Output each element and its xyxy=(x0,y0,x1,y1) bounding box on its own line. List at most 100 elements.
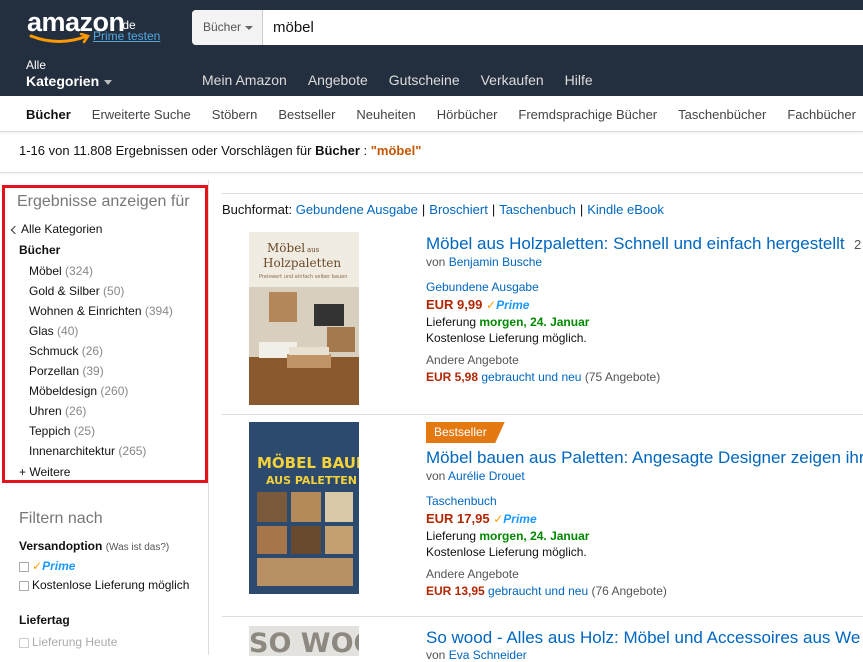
format-link-taschenbuch[interactable]: Taschenbuch xyxy=(499,202,576,217)
prime-badge: ✓Prime xyxy=(493,512,536,526)
used-price[interactable]: EUR 5,98 xyxy=(426,370,478,384)
shipping-help-link[interactable]: (Was ist das?) xyxy=(106,542,170,553)
chevron-left-icon xyxy=(10,225,20,235)
used-new-link[interactable]: gebraucht und neu xyxy=(481,370,581,384)
category-item[interactable]: Schmuck (26) xyxy=(29,344,173,364)
free-shipping-checkbox[interactable] xyxy=(19,580,29,591)
author-prefix: von xyxy=(426,469,446,483)
format-link[interactable]: Taschenbuch xyxy=(426,494,497,508)
prime-trial-link[interactable]: Prime testen xyxy=(93,29,160,43)
author-link[interactable]: Eva Schneider xyxy=(449,648,527,662)
free-shipping-note: Kostenlose Lieferung möglich. xyxy=(426,545,587,559)
left-sidebar: Ergebnisse anzeigen für Alle Kategorien … xyxy=(0,180,209,655)
subnav-item-taschenbuecher[interactable]: Taschenbücher xyxy=(678,107,766,122)
book-cover[interactable]: SO WOOD xyxy=(249,626,359,656)
category-item[interactable]: Wohnen & Einrichten (394) xyxy=(29,304,173,324)
subnav-item-neuheiten[interactable]: Neuheiten xyxy=(356,107,415,122)
subnav-item-hoerbuecher[interactable]: Hörbücher xyxy=(437,107,498,122)
all-categories-link[interactable]: Alle Kategorien xyxy=(10,222,102,236)
category-label: Teppich xyxy=(29,424,71,438)
used-new-link[interactable]: gebraucht und neu xyxy=(488,584,588,598)
results-main: Buchformat: Gebundene Ausgabe | Broschiert… xyxy=(222,193,863,662)
format-link[interactable]: Gebundene Ausgabe xyxy=(426,280,539,294)
nav-link-hilfe[interactable]: Hilfe xyxy=(565,72,593,88)
nav-header: amazon .de Prime testen Bücher Alle Kate… xyxy=(0,0,863,96)
delivery-day-heading: Liefertag xyxy=(19,613,70,627)
result-item: SO WOOD So wood - Alles aus Holz: Möbel … xyxy=(222,624,863,662)
subnav-item-erweiterte-suche[interactable]: Erweiterte Suche xyxy=(92,107,191,122)
cover-title-line2: aus xyxy=(307,246,320,254)
result-divider xyxy=(222,414,863,415)
subnav-item-fachbuecher[interactable]: Fachbücher xyxy=(787,107,856,122)
offer-count: (75 Angebote) xyxy=(584,370,661,384)
result-title[interactable]: Möbel aus Holzpaletten: Schnell und einf… xyxy=(426,234,845,254)
prime-filter[interactable]: ✓Prime xyxy=(19,559,75,573)
book-cover[interactable]: Möbel aus Holzpaletten Preiswert und ein… xyxy=(249,232,359,405)
author-link[interactable]: Aurélie Drouet xyxy=(448,469,525,483)
delivery-today-checkbox[interactable] xyxy=(19,637,29,648)
category-count: (26) xyxy=(81,344,104,358)
format-bar: Buchformat: Gebundene Ausgabe | Broschiert… xyxy=(222,202,664,217)
sub-navigation: Bücher Erweiterte Suche Stöbern Bestsell… xyxy=(0,96,863,132)
nav-link-gutscheine[interactable]: Gutscheine xyxy=(389,72,460,88)
category-item[interactable]: Teppich (25) xyxy=(29,424,173,444)
price[interactable]: EUR 9,99 xyxy=(426,297,482,312)
bestseller-badge[interactable]: Bestseller xyxy=(426,422,505,443)
delivery-today-filter[interactable]: Lieferung Heute xyxy=(19,635,117,649)
free-shipping-filter[interactable]: Kostenlose Lieferung möglich xyxy=(19,578,189,592)
smile-arrow-icon xyxy=(29,33,90,44)
other-offers-label: Andere Angebote xyxy=(426,353,519,367)
chevron-down-icon xyxy=(245,25,254,30)
more-categories-link[interactable]: + Weitere xyxy=(19,465,70,479)
shipping-heading: Versandoption (Was ist das?) xyxy=(19,539,169,553)
prime-check-icon: ✓ xyxy=(493,512,504,526)
category-item[interactable]: Möbel (324) xyxy=(29,264,173,284)
results-summary: 1-16 von 11.808 Ergebnissen oder Vorschl… xyxy=(19,143,421,158)
cover-title-line1: SO WOOD xyxy=(249,628,359,656)
result-title[interactable]: So wood - Alles aus Holz: Möbel und Acce… xyxy=(426,628,860,648)
nav-links: Mein Amazon Angebote Gutscheine Verkaufe… xyxy=(202,72,614,88)
subnav-item-stoebern[interactable]: Stöbern xyxy=(212,107,258,122)
category-item[interactable]: Uhren (26) xyxy=(29,404,173,424)
nav-link-angebote[interactable]: Angebote xyxy=(308,72,368,88)
category-item[interactable]: Innenarchitektur (265) xyxy=(29,444,173,464)
search-category-dropdown[interactable]: Bücher xyxy=(192,10,263,45)
search-input[interactable] xyxy=(263,10,863,45)
result-title[interactable]: Möbel bauen aus Paletten: Angesagte Desi… xyxy=(426,448,863,468)
category-count: (25) xyxy=(73,424,96,438)
result-item: Möbel aus Holzpaletten Preiswert und ein… xyxy=(222,232,863,412)
subnav-item-buecher[interactable]: Bücher xyxy=(26,107,71,122)
results-colon: : xyxy=(363,143,368,158)
delivery-prefix: Lieferung xyxy=(426,315,477,329)
category-count: (394) xyxy=(144,304,173,318)
price[interactable]: EUR 17,95 xyxy=(426,511,490,526)
cover-title-line1: Möbel xyxy=(267,241,305,255)
amazon-logo[interactable]: amazon .de Prime testen xyxy=(27,7,177,47)
subnav-item-fremdsprachige-buecher[interactable]: Fremdsprachige Bücher xyxy=(518,107,657,122)
format-link-kindle[interactable]: Kindle eBook xyxy=(587,202,664,217)
category-count: (260) xyxy=(100,384,129,398)
results-summary-bar: 1-16 von 11.808 Ergebnissen oder Vorschl… xyxy=(0,133,863,173)
category-item[interactable]: Gold & Silber (50) xyxy=(29,284,173,304)
search-category-label: Bücher xyxy=(203,20,242,34)
category-item[interactable]: Möbeldesign (260) xyxy=(29,384,173,404)
used-price[interactable]: EUR 13,95 xyxy=(426,584,485,598)
format-label: Buchformat: xyxy=(222,202,293,217)
cover-subtitle: Preiswert und einfach selber bauen xyxy=(259,274,347,280)
subnav-item-bestseller[interactable]: Bestseller xyxy=(278,107,335,122)
results-count-text: 1-16 von 11.808 Ergebnissen oder Vorschl… xyxy=(19,143,312,158)
prime-checkbox[interactable] xyxy=(19,561,29,572)
category-item[interactable]: Porzellan (39) xyxy=(29,364,173,384)
nav-link-mein-amazon[interactable]: Mein Amazon xyxy=(202,72,287,88)
book-cover[interactable]: MÖBEL BAUEN AUS PALETTEN xyxy=(249,422,379,594)
format-link-broschiert[interactable]: Broschiert xyxy=(429,202,488,217)
all-categories-menu[interactable]: Alle Kategorien xyxy=(26,58,113,90)
format-link-gebunden[interactable]: Gebundene Ausgabe xyxy=(296,202,418,217)
author-prefix: von xyxy=(426,648,446,662)
book-cover-image: SO WOOD xyxy=(249,626,359,656)
shipping-heading-label: Versandoption xyxy=(19,539,103,553)
delivery-date: morgen, 24. Januar xyxy=(479,529,590,543)
author-link[interactable]: Benjamin Busche xyxy=(449,255,542,269)
category-item[interactable]: Glas (40) xyxy=(29,324,173,344)
nav-link-verkaufen[interactable]: Verkaufen xyxy=(481,72,544,88)
